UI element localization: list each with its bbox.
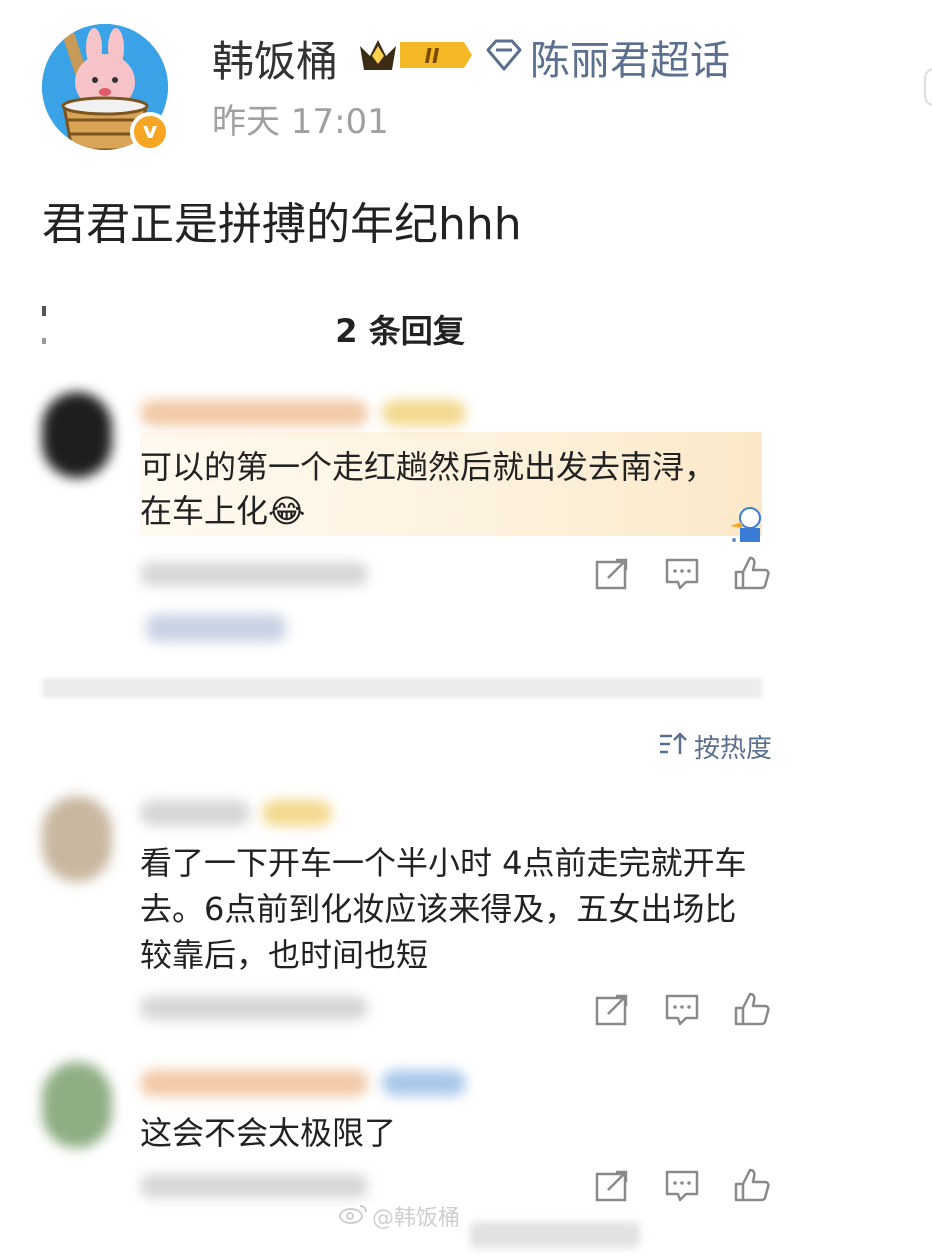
more-button[interactable] [924, 68, 932, 106]
sort-icon[interactable] [658, 730, 688, 758]
comment-text-line: 较靠后，也时间也短 [140, 936, 429, 974]
view-replies-blurred[interactable] [146, 614, 286, 642]
meta-blurred [140, 1174, 368, 1198]
post-time: 昨天 17:01 [212, 102, 389, 142]
verified-badge-icon: v [130, 112, 170, 152]
meta-blurred [140, 562, 368, 586]
avatar[interactable] [42, 392, 112, 478]
comment-text-line: 去。6点前到化妆应该来得及，五女出场比 [140, 890, 737, 928]
diamond-icon [484, 38, 524, 72]
replies-header: 2 条回复 [335, 312, 465, 350]
comment-icon[interactable] [662, 554, 702, 594]
reply-text-line: 可以的第一个走红趟然后就出发去南浔， [140, 448, 717, 486]
author-name[interactable]: 韩饭桶 [212, 28, 338, 89]
thumbs-up-icon[interactable] [732, 990, 772, 1030]
comment-icon[interactable] [662, 990, 702, 1030]
comment-text-line: 看了一下开车一个半小时 4点前走完就开车 [140, 844, 747, 882]
duck-sticker-icon [726, 500, 764, 550]
meta-blurred [140, 996, 368, 1020]
user-badge-blurred [382, 400, 466, 426]
comment-text-line: 这会不会太极限了 [140, 1114, 397, 1152]
section-divider [42, 678, 762, 698]
user-badge-blurred [382, 1070, 466, 1096]
bottom-blurred [470, 1222, 640, 1248]
user-badge-blurred [262, 800, 332, 826]
username-blurred[interactable] [140, 800, 250, 826]
username-blurred[interactable] [140, 400, 368, 426]
post-text: 君君正是拼搏的年纪hhh [42, 199, 522, 250]
supertopic-link[interactable]: 陈丽君超话 [530, 28, 730, 86]
reply-text-line: 在车上化😂 [140, 492, 306, 530]
avatar[interactable] [42, 1062, 112, 1148]
badge-level-text: II [425, 44, 440, 68]
thumbs-up-icon[interactable] [732, 554, 772, 594]
sort-by-hot[interactable]: 按热度 [694, 728, 772, 765]
crown-badge-icon: II [360, 40, 472, 70]
watermark: @韩饭桶 [372, 1206, 461, 1231]
avatar[interactable] [42, 796, 112, 882]
weibo-logo-icon [338, 1204, 368, 1224]
share-icon[interactable] [592, 1166, 632, 1206]
thumbs-up-icon[interactable] [732, 1166, 772, 1206]
share-icon[interactable] [592, 990, 632, 1030]
share-icon[interactable] [592, 554, 632, 594]
username-blurred[interactable] [140, 1070, 368, 1096]
fan-level-badge[interactable]: II [356, 34, 472, 76]
comment-icon[interactable] [662, 1166, 702, 1206]
